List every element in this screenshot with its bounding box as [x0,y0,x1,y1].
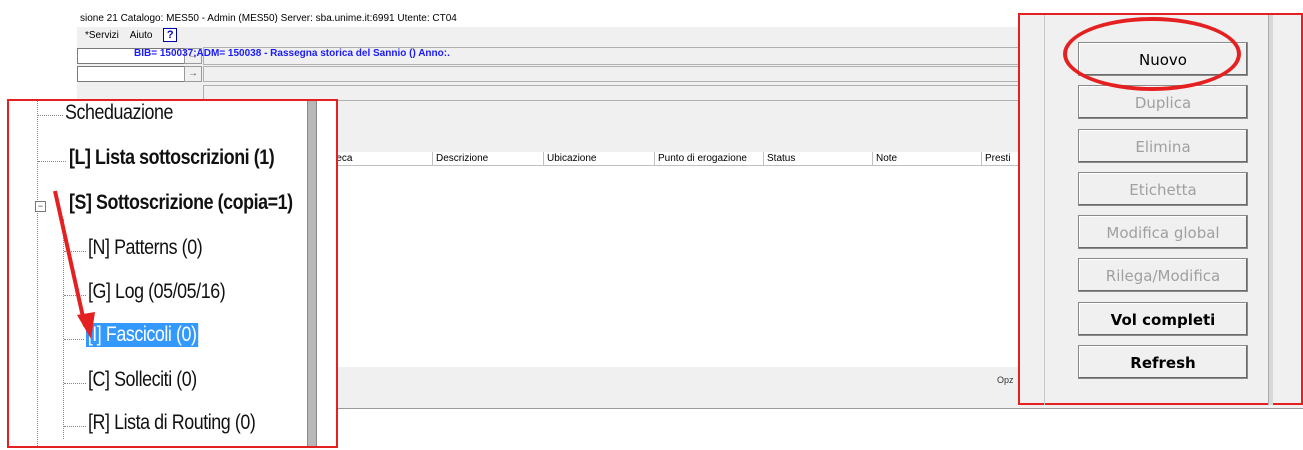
vol-completi-button[interactable]: Vol completi [1078,302,1248,336]
etichetta-button[interactable]: Etichetta [1078,172,1248,206]
red-arrow-icon [53,190,95,339]
col-header-note[interactable]: Note [873,152,982,166]
modifica-global-button[interactable]: Modifica global [1078,215,1248,249]
go-arrow-icon[interactable]: → [184,66,202,82]
help-icon[interactable]: ? [163,28,178,43]
col-header-descrizione[interactable]: Descrizione [433,152,544,166]
nuovo-button[interactable]: Nuovo [1078,42,1248,76]
col-header-prestito[interactable]: Presti [982,152,1022,166]
menu-aiuto[interactable]: Aiuto [130,30,153,41]
duplica-button[interactable]: Duplica [1078,85,1248,119]
rilega-modifica-button[interactable]: Rilega/Modifica [1078,258,1248,292]
opz-label: Opz [997,375,1014,385]
elimina-button[interactable]: Elimina [1078,129,1248,163]
tree-zoom-panel: Scheduazione [L] Lista sottoscrizioni (1… [7,99,338,448]
record-label: BIB= 150037;ADM= 150038 - Rassegna stori… [134,48,450,59]
col-header-status[interactable]: Status [764,152,873,166]
col-header-ubicazione[interactable]: Ubicazione [544,152,655,166]
record-secondary-box [203,66,1025,82]
actions-zoom-panel: Nuovo Duplica Elimina Etichetta Modifica… [1018,13,1303,405]
refresh-button[interactable]: Refresh [1078,345,1248,379]
copies-list[interactable] [322,166,1022,367]
panel-splitter[interactable] [1268,15,1273,405]
col-header-punto-erogazione[interactable]: Punto di erogazione [655,152,764,166]
menu-servizi[interactable]: *Servizi [85,30,119,41]
search-input-2[interactable] [77,66,185,82]
